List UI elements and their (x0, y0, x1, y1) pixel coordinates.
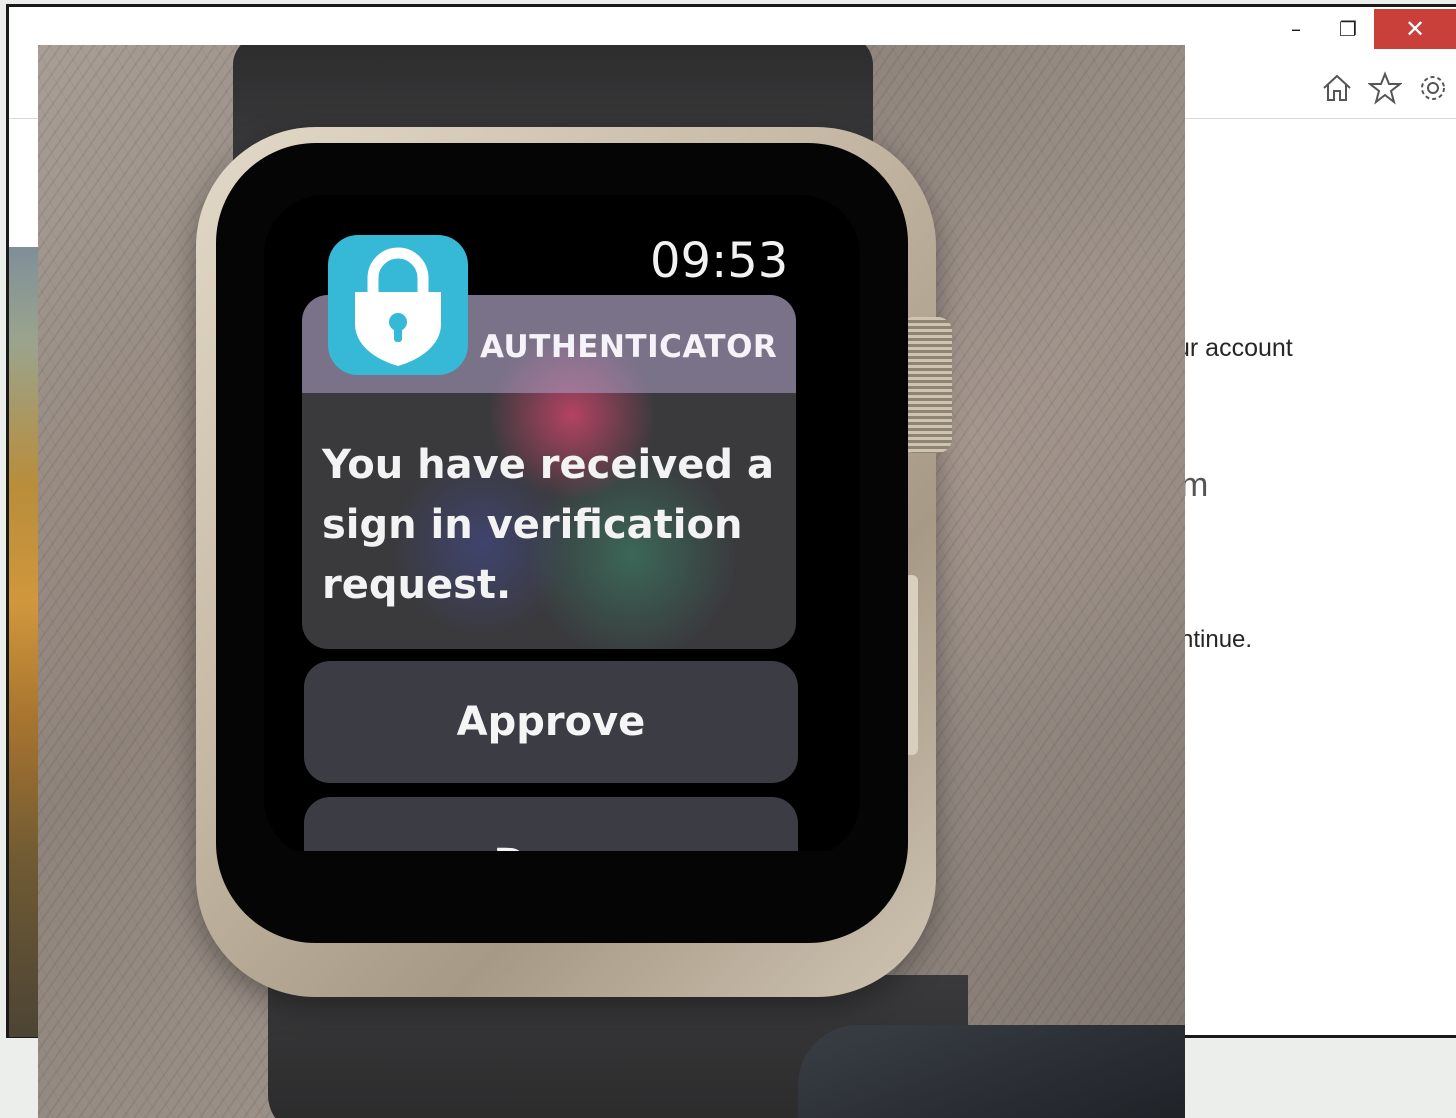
window-caption-controls: – ❐ ✕ (1270, 9, 1456, 49)
minimize-button[interactable]: – (1270, 9, 1322, 49)
watch-time: 09:53 (650, 233, 789, 289)
home-icon[interactable] (1318, 69, 1356, 107)
jacket-sleeve (798, 1025, 1185, 1118)
browser-toolbar (1318, 69, 1456, 107)
screen: – ❐ ✕ ur account m ntinue. AUTHENTICATOR… (0, 0, 1456, 1118)
page-text-account: ur account (1176, 334, 1293, 362)
restore-button[interactable]: ❐ (1322, 9, 1374, 49)
smartwatch-photo: AUTHENTICATOR You have received a sign i… (38, 45, 1185, 1118)
page-text-continue: ntinue. (1180, 626, 1253, 653)
favorites-star-icon[interactable] (1366, 69, 1404, 107)
approve-button[interactable]: Approve (304, 661, 798, 783)
close-button[interactable]: ✕ (1374, 9, 1456, 49)
notification-message: You have received a sign in verification… (322, 442, 774, 608)
authenticator-lock-icon (328, 235, 468, 375)
settings-gear-icon[interactable] (1414, 69, 1452, 107)
watch-display-bottom-edge (264, 851, 860, 891)
notification-app-name: AUTHENTICATOR (480, 329, 778, 365)
